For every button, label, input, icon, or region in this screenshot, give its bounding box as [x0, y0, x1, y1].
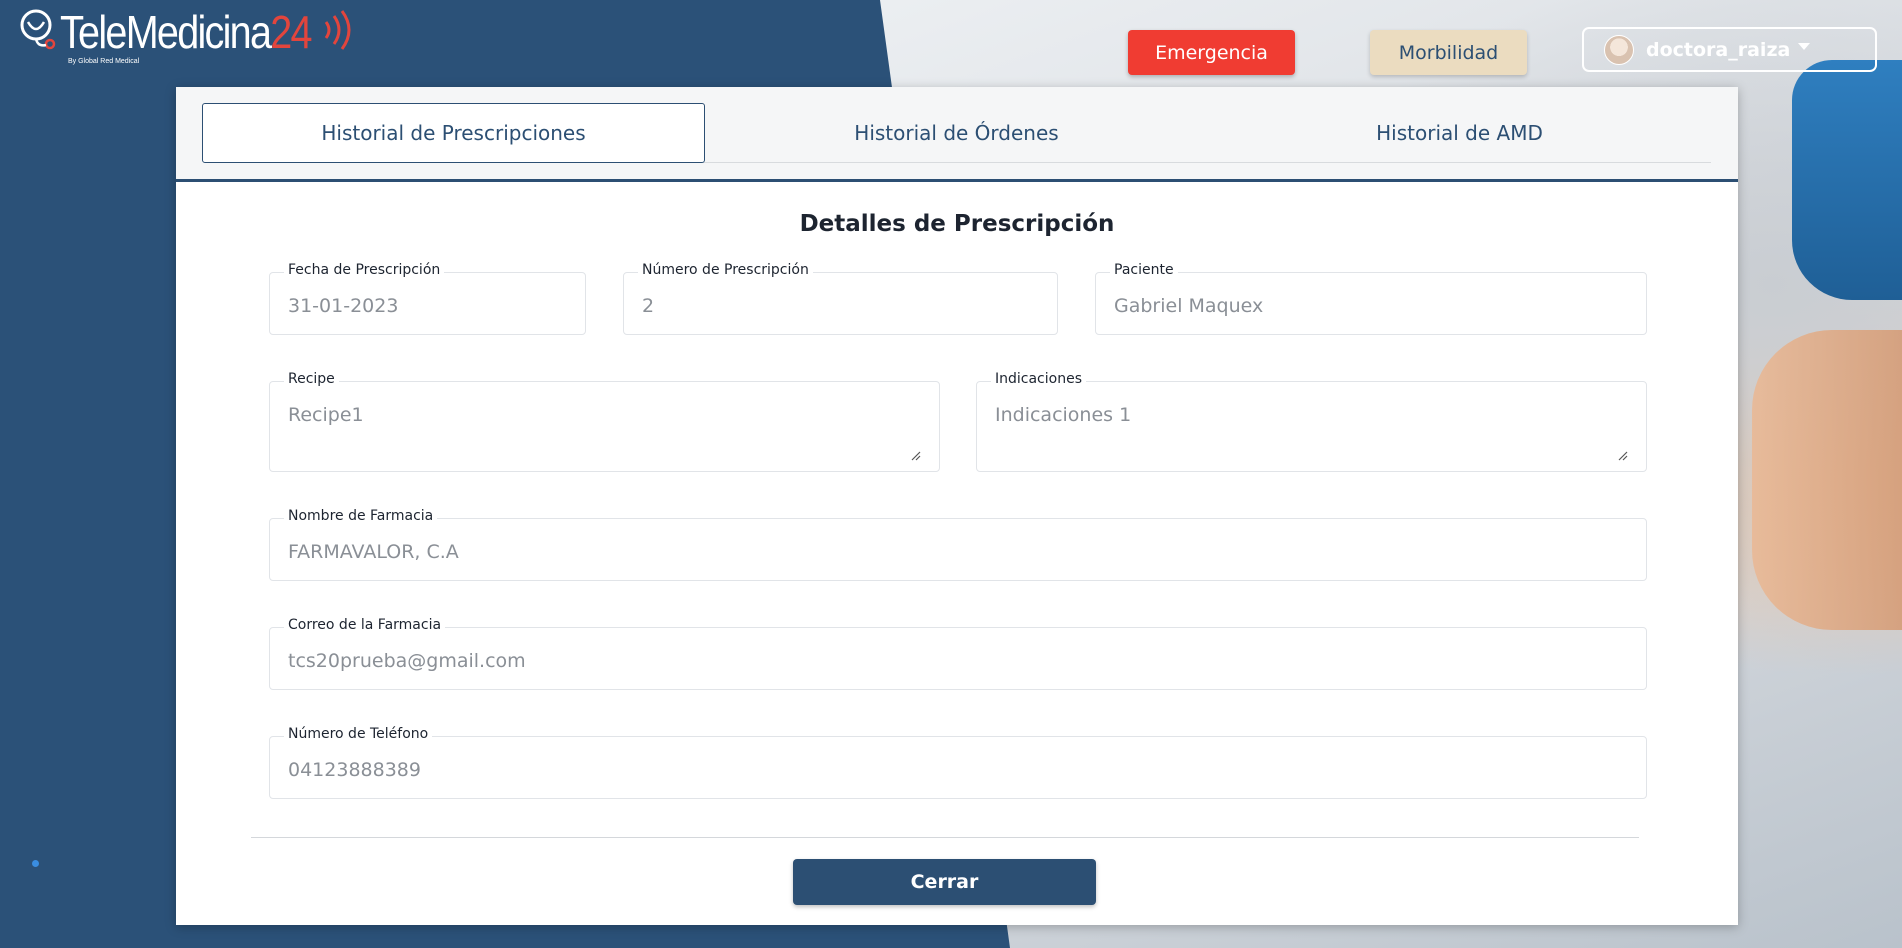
indicaciones-label: Indicaciones	[991, 371, 1086, 387]
background-scrub	[1792, 60, 1902, 300]
numero-value: 2	[642, 295, 655, 317]
farmacia-value: FARMAVALOR, C.A	[288, 541, 459, 563]
tab-prescripciones[interactable]: Historial de Prescripciones	[202, 103, 705, 163]
logo-text: TeleMedicina24	[60, 6, 313, 58]
tab-bar: Historial de Prescripciones Historial de…	[176, 87, 1738, 182]
signal-waves-icon	[324, 10, 351, 50]
tab-amd[interactable]: Historial de AMD	[1208, 103, 1711, 163]
username: doctora_raiza	[1646, 38, 1791, 61]
stethoscope-icon	[20, 9, 56, 50]
paciente-label: Paciente	[1110, 262, 1178, 278]
prescription-card: Historial de Prescripciones Historial de…	[176, 87, 1738, 925]
emergency-button[interactable]: Emergencia	[1128, 30, 1295, 75]
recipe-textarea[interactable]: Recipe Recipe1	[269, 371, 940, 472]
telefono-label: Número de Teléfono	[284, 726, 433, 742]
recipe-value: Recipe1	[288, 404, 364, 426]
telefono-value: 04123888389	[288, 759, 421, 781]
logo-subtitle: By Global Red Medical	[68, 58, 140, 65]
tab-ordenes[interactable]: Historial de Órdenes	[705, 103, 1208, 163]
resize-handle-icon[interactable]	[911, 451, 921, 461]
resize-handle-icon[interactable]	[1618, 451, 1628, 461]
divider	[251, 837, 1639, 838]
paciente-value: Gabriel Maquex	[1114, 295, 1264, 317]
farmacia-field[interactable]: Nombre de Farmacia FARMAVALOR, C.A	[269, 508, 1647, 581]
numero-field[interactable]: Número de Prescripción 2	[623, 262, 1058, 335]
logo-main: TeleMedicina	[60, 6, 272, 58]
caret-down-icon	[1798, 43, 1811, 50]
correo-field[interactable]: Correo de la Farmacia tcs20prueba@gmail.…	[269, 617, 1647, 690]
indicaciones-value: Indicaciones 1	[995, 404, 1132, 426]
fecha-field[interactable]: Fecha de Prescripción 31-01-2023	[269, 262, 586, 335]
indicaciones-textarea[interactable]: Indicaciones Indicaciones 1	[976, 371, 1647, 472]
recipe-label: Recipe	[284, 371, 339, 387]
correo-label: Correo de la Farmacia	[284, 617, 446, 633]
background-arm	[1752, 330, 1902, 630]
correo-value: tcs20prueba@gmail.com	[288, 650, 526, 672]
fecha-value: 31-01-2023	[288, 295, 399, 317]
morbidity-button[interactable]: Morbilidad	[1370, 30, 1527, 75]
paciente-field[interactable]: Paciente Gabriel Maquex	[1095, 262, 1647, 335]
telefono-field[interactable]: Número de Teléfono 04123888389	[269, 726, 1647, 799]
farmacia-label: Nombre de Farmacia	[284, 508, 438, 524]
user-menu[interactable]: doctora_raiza	[1582, 27, 1877, 72]
numero-label: Número de Prescripción	[638, 262, 813, 278]
app-logo[interactable]: TeleMedicina24 By Global Red Medical	[18, 6, 352, 65]
logo-number: 24	[270, 6, 312, 58]
close-button[interactable]: Cerrar	[793, 859, 1096, 905]
indicator-dot	[32, 860, 39, 867]
avatar	[1604, 34, 1634, 65]
fecha-label: Fecha de Prescripción	[284, 262, 445, 278]
page-title: Detalles de Prescripción	[799, 211, 1115, 237]
